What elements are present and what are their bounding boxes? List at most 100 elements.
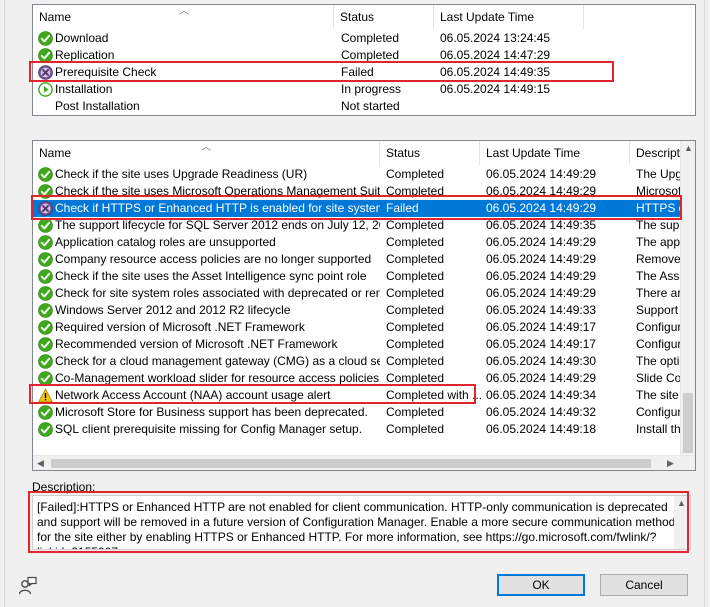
row-status: Completed xyxy=(386,286,445,300)
row-name: Windows Server 2012 and 2012 R2 lifecycl… xyxy=(55,303,291,317)
row-status: In progress xyxy=(341,82,402,96)
sort-ascending-icon: ︿ xyxy=(179,6,189,17)
list-item[interactable]: SQL client prerequisite missing for Conf… xyxy=(33,421,695,438)
list-item[interactable]: Required version of Microsoft .NET Frame… xyxy=(33,319,695,336)
list-item[interactable]: Download Completed 06.05.2024 13:24:45 xyxy=(33,30,695,47)
list-item[interactable]: The support lifecycle for SQL Server 201… xyxy=(33,217,695,234)
row-name: Co-Management workload slider for resour… xyxy=(55,371,380,385)
description-text: [Failed]:HTTPS or Enhanced HTTP are not … xyxy=(32,495,691,550)
row-last-update: 06.05.2024 13:24:45 xyxy=(440,31,551,45)
description-scrollbar[interactable]: ▲ xyxy=(674,496,690,549)
row-last-update: 06.05.2024 14:49:29 xyxy=(486,235,597,249)
row-name: Check if the site uses Microsoft Operati… xyxy=(55,184,380,198)
row-status: Completed xyxy=(386,371,445,385)
row-name: The support lifecycle for SQL Server 201… xyxy=(55,218,380,232)
row-name: Application catalog roles are unsupporte… xyxy=(55,235,276,249)
list-item[interactable]: Check if the site uses Upgrade Readiness… xyxy=(33,166,695,183)
row-status: Completed xyxy=(386,303,445,317)
row-last-update: 06.05.2024 14:49:34 xyxy=(486,388,597,402)
phases-list-header: Name ︿ Status Last Update Time xyxy=(33,5,695,29)
row-last-update: 06.05.2024 14:49:30 xyxy=(486,354,597,368)
scroll-up-icon[interactable]: ▲ xyxy=(674,496,689,511)
ok-button[interactable]: OK xyxy=(497,574,585,596)
row-status: Completed xyxy=(386,405,445,419)
checks-vertical-scrollbar[interactable]: ▲ xyxy=(680,141,695,455)
row-status: Completed xyxy=(386,218,445,232)
list-item[interactable]: Network Access Account (NAA) account usa… xyxy=(33,387,695,404)
row-name: Download xyxy=(55,31,109,45)
list-item[interactable]: Post Installation Not started xyxy=(33,98,695,115)
scroll-up-icon[interactable]: ▲ xyxy=(681,141,696,156)
row-status: Completed xyxy=(386,422,445,436)
list-item[interactable]: Installation In progress 06.05.2024 14:49:… xyxy=(33,81,695,98)
row-status: Completed xyxy=(386,354,445,368)
row-status: Failed xyxy=(341,65,374,79)
row-name: Check if the site uses Upgrade Readiness… xyxy=(55,167,308,181)
column-header-status[interactable]: Status xyxy=(334,5,434,29)
feedback-icon[interactable] xyxy=(18,576,38,596)
row-last-update: 06.05.2024 14:47:29 xyxy=(440,48,551,62)
row-name: Post Installation xyxy=(55,99,140,113)
row-status: Completed xyxy=(386,337,445,351)
prerequisite-checks-list[interactable]: Name ︿ Status Last Update Time Descripti… xyxy=(32,140,696,471)
row-name: Microsoft Store for Business support has… xyxy=(55,405,368,419)
row-last-update xyxy=(439,98,695,115)
window-frame-right xyxy=(704,0,705,607)
row-status: Failed xyxy=(386,201,419,215)
row-last-update: 06.05.2024 14:49:29 xyxy=(486,252,597,266)
list-item[interactable]: Company resource access policies are no … xyxy=(33,251,695,268)
row-status: Completed xyxy=(386,252,445,266)
description-body: [Failed]:HTTPS or Enhanced HTTP are not … xyxy=(37,500,676,549)
row-last-update: 06.05.2024 14:49:29 xyxy=(486,167,597,181)
checks-horizontal-scrollbar[interactable]: ◀ ▶ xyxy=(33,455,695,470)
row-last-update: 06.05.2024 14:49:29 xyxy=(486,184,597,198)
list-item[interactable]: Application catalog roles are unsupporte… xyxy=(33,234,695,251)
list-item[interactable]: Recommended version of Microsoft .NET Fr… xyxy=(33,336,695,353)
list-item[interactable]: Check if HTTPS or Enhanced HTTP is enabl… xyxy=(33,200,695,217)
column-header-last-update[interactable]: Last Update Time xyxy=(480,141,630,165)
column-header-status[interactable]: Status xyxy=(380,141,480,165)
list-item[interactable]: Check if the site uses the Asset Intelli… xyxy=(33,268,695,285)
scrollbar-thumb[interactable] xyxy=(683,393,693,453)
list-item[interactable]: Check for site system roles associated w… xyxy=(33,285,695,302)
list-item[interactable]: Check for a cloud management gateway (CM… xyxy=(33,353,695,370)
column-header-last-update[interactable]: Last Update Time xyxy=(434,5,584,29)
row-last-update: 06.05.2024 14:49:35 xyxy=(486,218,597,232)
row-name: Check if HTTPS or Enhanced HTTP is enabl… xyxy=(55,201,380,215)
scrollbar-thumb[interactable] xyxy=(51,459,651,468)
row-name: Check if the site uses the Asset Intelli… xyxy=(55,269,367,283)
row-name: Network Access Account (NAA) account usa… xyxy=(55,388,331,402)
list-item[interactable]: Microsoft Store for Business support has… xyxy=(33,404,695,421)
row-last-update: 06.05.2024 14:49:15 xyxy=(440,82,551,96)
row-name: Company resource access policies are no … xyxy=(55,252,372,266)
row-last-update: 06.05.2024 14:49:29 xyxy=(486,201,597,215)
row-last-update: 06.05.2024 14:49:35 xyxy=(440,65,551,79)
row-last-update: 06.05.2024 14:49:18 xyxy=(486,422,597,436)
description-label: Description: xyxy=(32,480,96,494)
sort-ascending-icon: ︿ xyxy=(201,142,211,153)
row-status: Completed xyxy=(341,31,400,45)
row-last-update: 06.05.2024 14:49:29 xyxy=(486,269,597,283)
scroll-right-icon[interactable]: ▶ xyxy=(663,456,678,471)
list-item[interactable]: Check if the site uses Microsoft Operati… xyxy=(33,183,695,200)
row-name: SQL client prerequisite missing for Conf… xyxy=(55,422,363,436)
row-last-update: 06.05.2024 14:49:17 xyxy=(486,320,597,334)
scroll-left-icon[interactable]: ◀ xyxy=(33,456,48,471)
window-frame-left xyxy=(4,0,5,607)
row-last-update: 06.05.2024 14:49:29 xyxy=(486,371,597,385)
row-status: Completed xyxy=(386,235,445,249)
row-last-update: 06.05.2024 14:49:32 xyxy=(486,405,597,419)
row-last-update: 06.05.2024 14:49:29 xyxy=(486,286,597,300)
row-name: Check for a cloud management gateway (CM… xyxy=(55,354,380,368)
phases-list[interactable]: Name ︿ Status Last Update Time Download C… xyxy=(32,4,696,116)
cancel-button[interactable]: Cancel xyxy=(600,574,688,596)
list-item[interactable]: Co-Management workload slider for resour… xyxy=(33,370,695,387)
row-name: Recommended version of Microsoft .NET Fr… xyxy=(55,337,338,351)
row-name: Required version of Microsoft .NET Frame… xyxy=(55,320,305,334)
row-status: Completed xyxy=(386,167,445,181)
list-item[interactable]: Windows Server 2012 and 2012 R2 lifecycl… xyxy=(33,302,695,319)
list-item[interactable]: Prerequisite Check Failed 06.05.2024 14:49… xyxy=(33,64,695,81)
row-name: Prerequisite Check xyxy=(55,65,157,79)
row-last-update: 06.05.2024 14:49:17 xyxy=(486,337,597,351)
list-item[interactable]: Replication Completed 06.05.2024 14:47:29 xyxy=(33,47,695,64)
